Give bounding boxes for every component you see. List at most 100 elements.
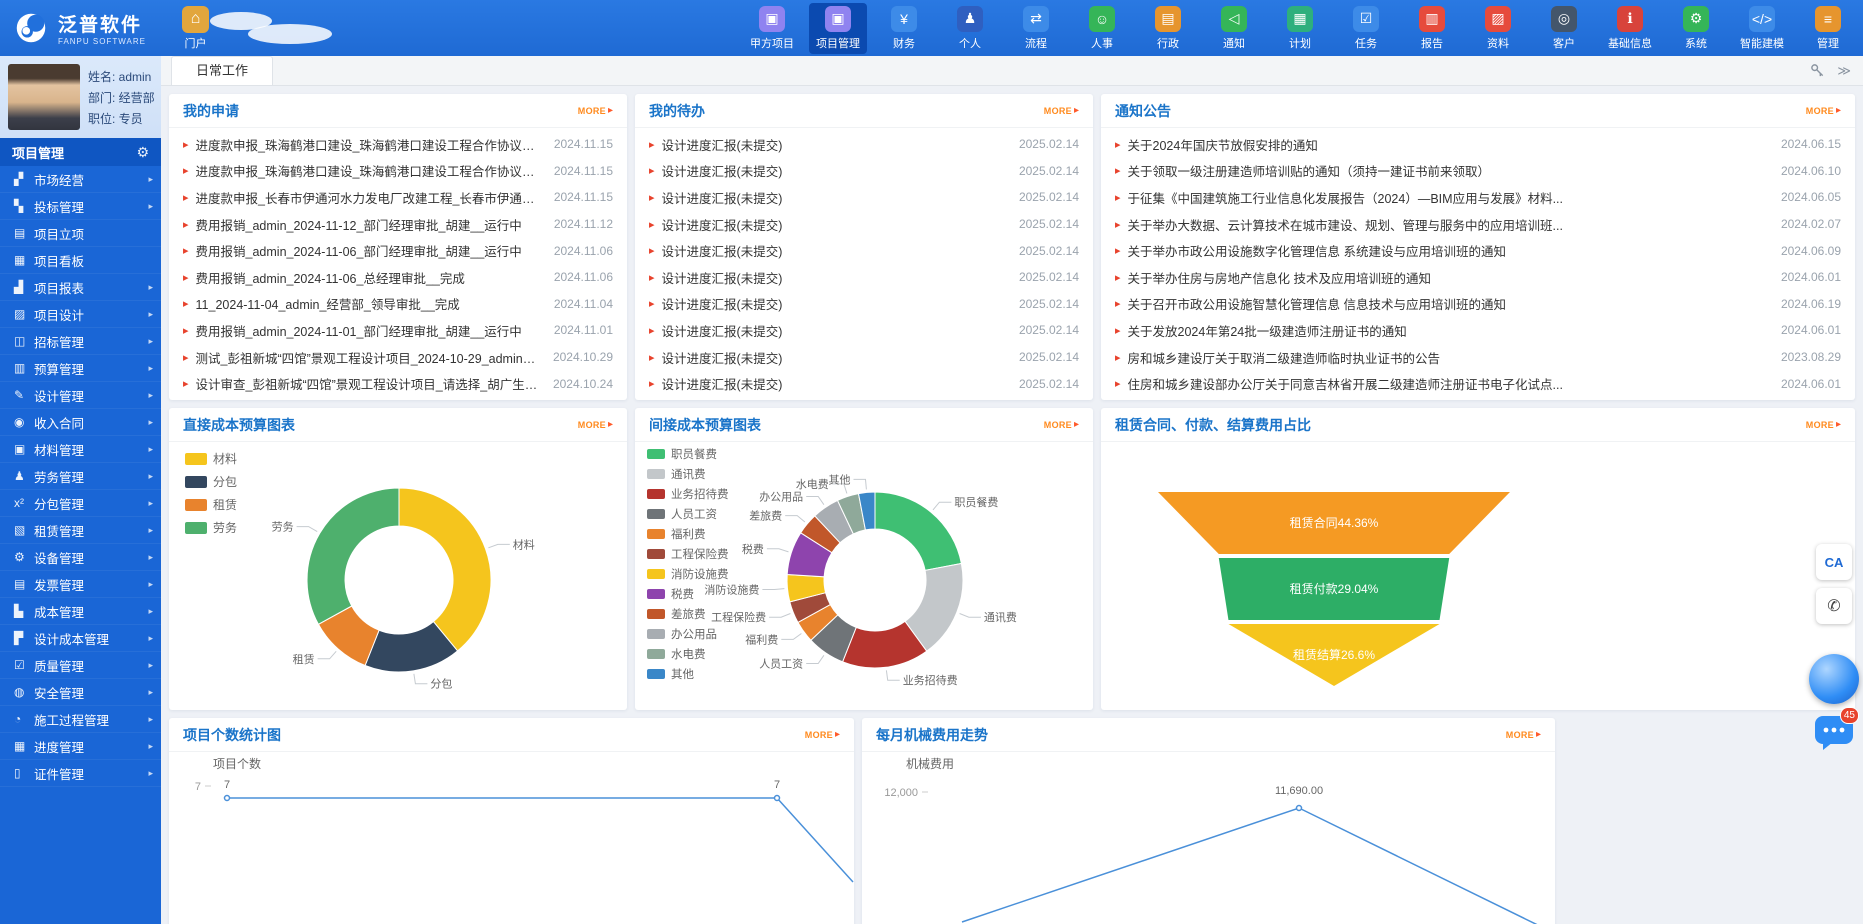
more-link[interactable]: MORE▸ [1506, 730, 1541, 740]
sidebar-menu-item[interactable]: ▯ 证件管理 ▸ [0, 760, 161, 787]
sidebar-menu-item[interactable]: ▟ 项目报表 ▸ [0, 274, 161, 301]
list-item[interactable]: ▸ 设计进度汇报(未提交) 2025.02.14 [635, 344, 1093, 371]
sidebar-menu-item[interactable]: ◫ 招标管理 ▸ [0, 328, 161, 355]
sidebar-menu-item[interactable]: ▨ 项目设计 ▸ [0, 301, 161, 328]
sidebar-menu-item[interactable]: ◔ 施工过程管理 ▸ [0, 706, 161, 733]
more-link[interactable]: MORE▸ [578, 420, 613, 430]
sidebar-menu-item[interactable]: ▤ 发票管理 ▸ [0, 571, 161, 598]
sidebar-menu-item[interactable]: ▥ 预算管理 ▸ [0, 355, 161, 382]
top-nav-item[interactable]: ☑ 任务 [1337, 3, 1395, 54]
top-nav-item[interactable]: ♟ 个人 [941, 3, 999, 54]
legend-item[interactable]: 工程保险费 [647, 546, 729, 562]
top-nav-item[interactable]: </> 智能建模 [1733, 3, 1791, 54]
top-nav-item[interactable]: ◎ 客户 [1535, 3, 1593, 54]
assistant-avatar[interactable] [1809, 654, 1859, 704]
list-item[interactable]: ▸ 设计进度汇报(未提交) 2025.02.14 [635, 131, 1093, 158]
top-nav-item[interactable]: ▦ 计划 [1271, 3, 1329, 54]
list-item[interactable]: ▸ 设计进度汇报(未提交) 2025.02.14 [635, 158, 1093, 185]
legend-item[interactable]: 人员工资 [647, 506, 729, 522]
list-item[interactable]: ▸ 设计进度汇报(未提交) 2025.02.14 [635, 184, 1093, 211]
top-nav-item[interactable]: ◁ 通知 [1205, 3, 1263, 54]
top-nav-item[interactable]: ▣ 项目管理 [809, 3, 867, 54]
list-item[interactable]: ▸ 进度款申报_珠海鹤港口建设_珠海鹤港口建设工程合作协议书_admin_...… [169, 131, 627, 158]
list-item[interactable]: ▸ 费用报销_admin_2024-11-06_总经理审批__完成 2024.1… [169, 264, 627, 291]
top-nav-item[interactable]: ▣ 甲方项目 [743, 3, 801, 54]
list-item[interactable]: ▸ 进度款申报_长春市伊通河水力发电厂改建工程_长春市伊通河水力发电... 20… [169, 184, 627, 211]
legend-item[interactable]: 业务招待费 [647, 486, 729, 502]
list-item[interactable]: ▸ 进度款申报_珠海鹤港口建设_珠海鹤港口建设工程合作协议书_admin_...… [169, 158, 627, 185]
top-nav-item[interactable]: ☺ 人事 [1073, 3, 1131, 54]
ca-widget[interactable]: CA [1816, 544, 1852, 580]
nav-portal[interactable]: ⌂ 门户 [182, 6, 209, 51]
sidebar-menu-item[interactable]: x² 分包管理 ▸ [0, 490, 161, 517]
list-item[interactable]: ▸ 测试_彭祖新城“四馆”景观工程设计项目_2024-10-29_admin_结… [169, 344, 627, 371]
list-item[interactable]: ▸ 关于领取一级注册建造师培训贴的通知（须持一建证书前来领取） 2024.06.… [1101, 158, 1855, 185]
legend-item[interactable]: 劳务 [185, 519, 237, 536]
legend-item[interactable]: 消防设施费 [647, 566, 729, 582]
legend-item[interactable]: 办公用品 [647, 626, 729, 642]
list-item[interactable]: ▸ 关于发放2024年第24批一级建造师注册证书的通知 2024.06.01 [1101, 317, 1855, 344]
top-nav-item[interactable]: ℹ 基础信息 [1601, 3, 1659, 54]
legend-item[interactable]: 福利费 [647, 526, 729, 542]
top-nav-item[interactable]: ▥ 报告 [1403, 3, 1461, 54]
list-item[interactable]: ▸ 设计进度汇报(未提交) 2025.02.14 [635, 211, 1093, 238]
top-nav-item[interactable]: ¥ 财务 [875, 3, 933, 54]
more-link[interactable]: MORE▸ [805, 730, 840, 740]
list-item[interactable]: ▸ 关于举办住房与房地产信息化 技术及应用培训班的通知 2024.06.01 [1101, 264, 1855, 291]
key-icon[interactable] [1810, 63, 1825, 78]
sidebar-menu-item[interactable]: ⚙ 设备管理 ▸ [0, 544, 161, 571]
more-link[interactable]: MORE▸ [1806, 420, 1841, 430]
user-avatar[interactable] [8, 64, 80, 130]
list-item[interactable]: ▸ 设计进度汇报(未提交) 2025.02.14 [635, 370, 1093, 397]
list-item[interactable]: ▸ 设计进度汇报(未提交) 2025.02.14 [635, 237, 1093, 264]
sidebar-menu-item[interactable]: ▦ 项目看板 ▸ [0, 247, 161, 274]
legend-item[interactable]: 税费 [647, 586, 729, 602]
sidebar-menu-item[interactable]: ◍ 安全管理 ▸ [0, 679, 161, 706]
list-item[interactable]: ▸ 关于举办市政公用设施数字化管理信息 系统建设与应用培训班的通知 2024.0… [1101, 237, 1855, 264]
sidebar-menu-item[interactable]: ♟ 劳务管理 ▸ [0, 463, 161, 490]
sidebar-menu-item[interactable]: ▙ 成本管理 ▸ [0, 598, 161, 625]
top-nav-item[interactable]: ▨ 资料 [1469, 3, 1527, 54]
legend-item[interactable]: 材料 [185, 450, 237, 467]
sidebar-menu-item[interactable]: ▦ 进度管理 ▸ [0, 733, 161, 760]
top-nav-item[interactable]: ⚙ 系统 [1667, 3, 1725, 54]
legend-item[interactable]: 通讯费 [647, 466, 729, 482]
sidebar-menu-item[interactable]: ◉ 收入合同 ▸ [0, 409, 161, 436]
more-link[interactable]: MORE▸ [1044, 106, 1079, 116]
list-item[interactable]: ▸ 住房和城乡建设部办公厅关于同意吉林省开展二级建造师注册证书电子化试点... … [1101, 370, 1855, 397]
top-nav-item[interactable]: ▤ 行政 [1139, 3, 1197, 54]
list-item[interactable]: ▸ 费用报销_admin_2024-11-01_部门经理审批_胡建__运行中 2… [169, 317, 627, 344]
sidebar-menu-item[interactable]: ▧ 租赁管理 ▸ [0, 517, 161, 544]
legend-item[interactable]: 租赁 [185, 496, 237, 513]
list-item[interactable]: ▸ 房和城乡建设厅关于取消二级建造师临时执业证书的公告 2023.08.29 [1101, 344, 1855, 371]
more-link[interactable]: MORE▸ [1044, 420, 1079, 430]
chat-button[interactable]: 45 [1813, 712, 1855, 752]
sidebar-menu-item[interactable]: ▞ 市场经营 ▸ [0, 166, 161, 193]
list-item[interactable]: ▸ 关于2024年国庆节放假安排的通知 2024.06.15 [1101, 131, 1855, 158]
tab-daily-work[interactable]: 日常工作 [171, 56, 273, 85]
legend-item[interactable]: 水电费 [647, 646, 729, 662]
sidebar-menu-item[interactable]: ▚ 投标管理 ▸ [0, 193, 161, 220]
more-link[interactable]: MORE▸ [578, 106, 613, 116]
sidebar-menu-item[interactable]: ▣ 材料管理 ▸ [0, 436, 161, 463]
list-item[interactable]: ▸ 关于召开市政公用设施智慧化管理信息 信息技术与应用培训班的通知 2024.0… [1101, 291, 1855, 318]
legend-item[interactable]: 分包 [185, 473, 237, 490]
legend-item[interactable]: 职员餐费 [647, 446, 729, 462]
list-item[interactable]: ▸ 设计进度汇报(未提交) 2025.02.14 [635, 291, 1093, 318]
list-item[interactable]: ▸ 11_2024-11-04_admin_经营部_领导审批__完成 2024.… [169, 291, 627, 318]
sidebar-section-header[interactable]: 项目管理 ⚙ [0, 138, 161, 166]
contact-widget[interactable]: ✆ [1816, 588, 1852, 624]
collapse-panel-icon[interactable]: ≫ [1837, 63, 1851, 79]
sidebar-menu-item[interactable]: ☑ 质量管理 ▸ [0, 652, 161, 679]
sidebar-menu-item[interactable]: ✎ 设计管理 ▸ [0, 382, 161, 409]
sidebar-menu-item[interactable]: ▛ 设计成本管理 ▸ [0, 625, 161, 652]
top-nav-item[interactable]: ⇄ 流程 [1007, 3, 1065, 54]
list-item[interactable]: ▸ 于征集《中国建筑施工行业信息化发展报告（2024）—BIM应用与发展》材料.… [1101, 184, 1855, 211]
legend-item[interactable]: 其他 [647, 666, 729, 682]
list-item[interactable]: ▸ 费用报销_admin_2024-11-12_部门经理审批_胡建__运行中 2… [169, 211, 627, 238]
gear-icon[interactable]: ⚙ [136, 144, 149, 161]
more-link[interactable]: MORE▸ [1806, 106, 1841, 116]
list-item[interactable]: ▸ 设计进度汇报(未提交) 2025.02.14 [635, 317, 1093, 344]
list-item[interactable]: ▸ 费用报销_admin_2024-11-06_部门经理审批_胡建__运行中 2… [169, 237, 627, 264]
list-item[interactable]: ▸ 设计进度汇报(未提交) 2025.02.14 [635, 264, 1093, 291]
